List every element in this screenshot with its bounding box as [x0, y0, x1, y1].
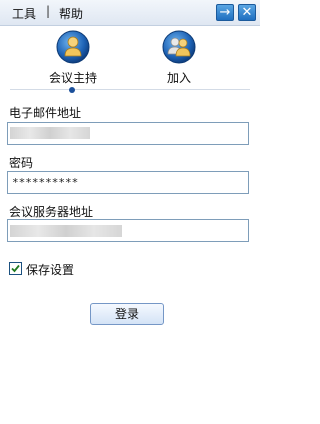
save-settings-label[interactable]: 保存设置 [26, 261, 74, 278]
host-user-icon [56, 30, 90, 64]
tab-host-meeting[interactable]: 会议主持 [33, 30, 113, 88]
redacted-email [10, 127, 90, 139]
join-group-icon [162, 30, 196, 64]
redacted-server-address [10, 225, 122, 237]
tab-divider [10, 89, 250, 90]
menu-tools[interactable]: 工具 [12, 5, 36, 22]
close-icon[interactable]: ✕ [238, 4, 256, 21]
save-settings-checkbox[interactable] [9, 262, 22, 275]
tab-join-meeting[interactable]: 加入 [139, 30, 219, 88]
checkmark-icon [11, 264, 20, 273]
password-field[interactable]: ********** [7, 171, 249, 194]
email-label: 电子邮件地址 [9, 106, 82, 120]
arrow-right-icon[interactable]: → [216, 4, 234, 21]
password-label: 密码 [9, 156, 34, 170]
tab-selected-indicator [69, 87, 75, 93]
tab-join-label: 加入 [166, 71, 191, 85]
server-label: 会议服务器地址 [9, 205, 94, 219]
menu-help[interactable]: 帮助 [59, 5, 83, 22]
login-button[interactable]: 登录 [90, 303, 164, 325]
menu-bar: 工具 | 帮助 → ✕ [0, 0, 260, 26]
menu-separator: | [46, 4, 51, 18]
tab-host-label: 会议主持 [48, 71, 97, 85]
